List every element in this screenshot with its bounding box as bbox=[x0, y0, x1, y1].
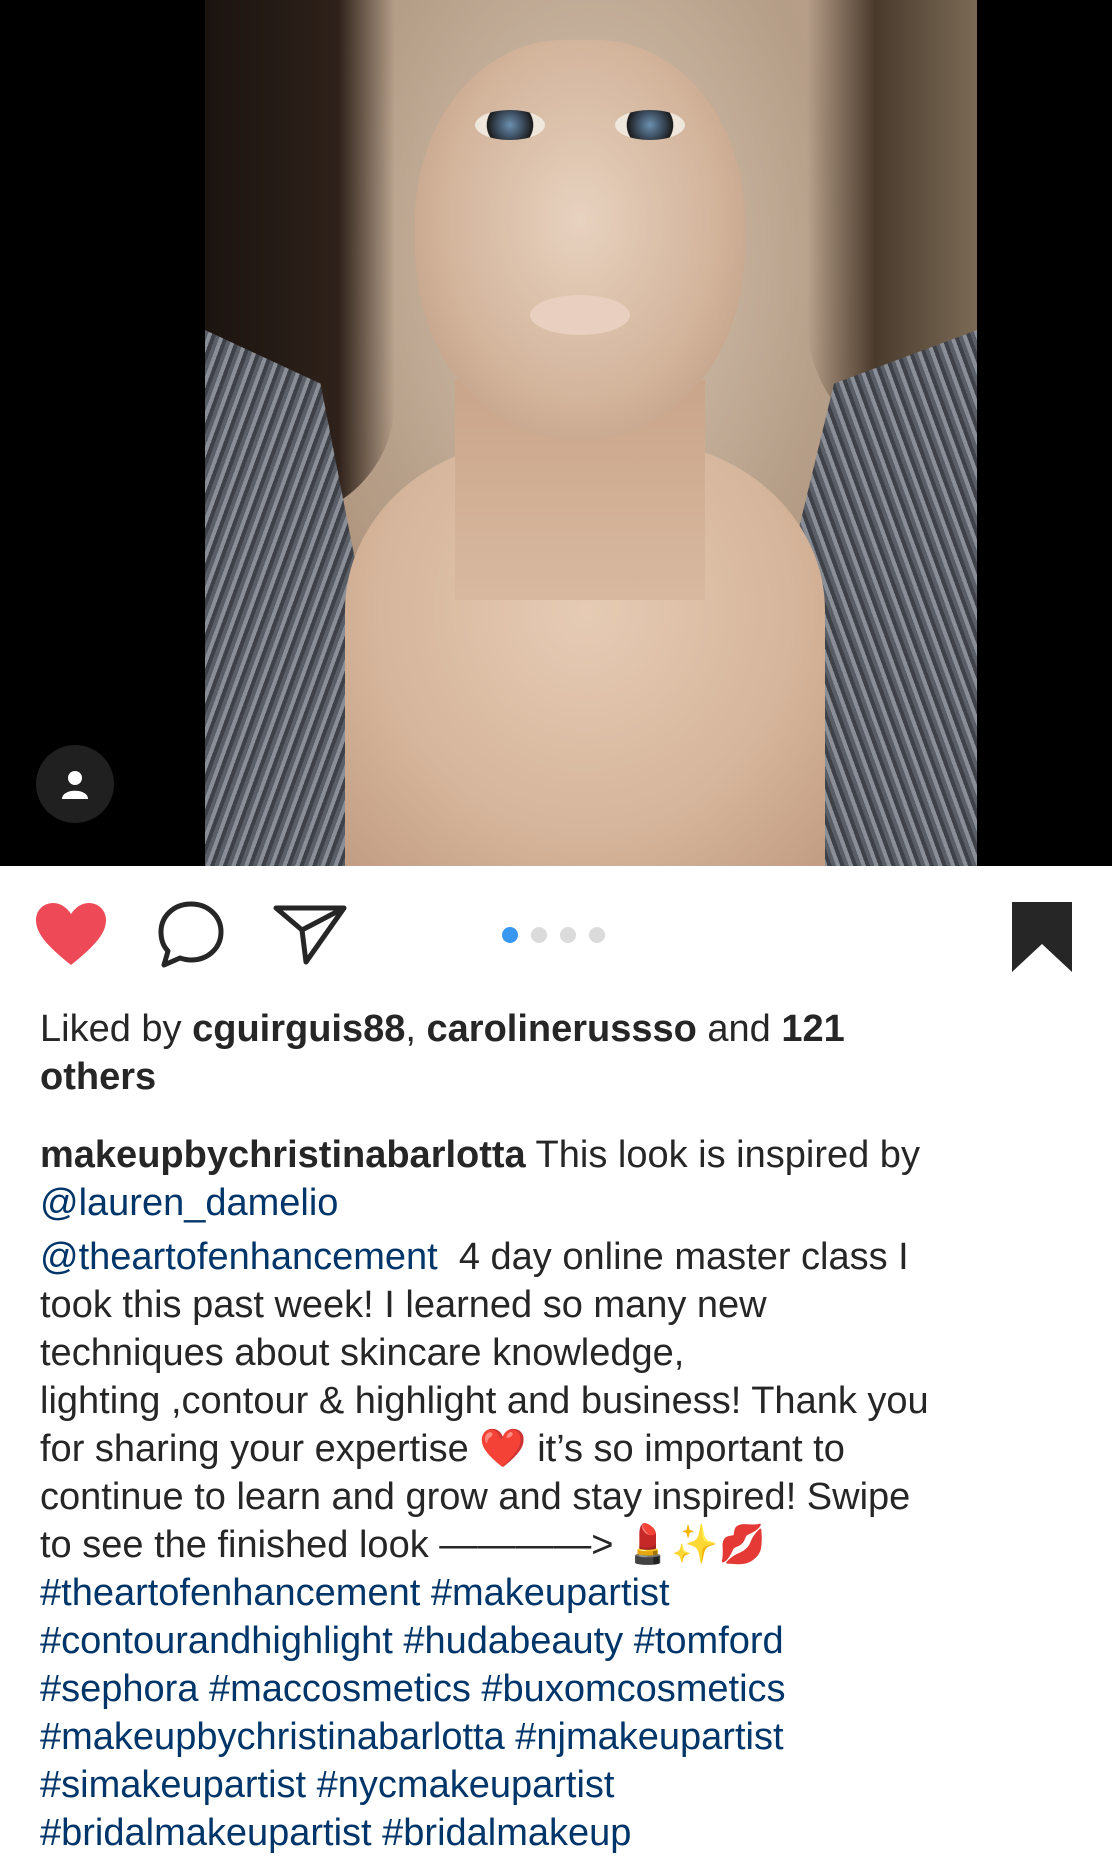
hashtag-line[interactable]: #makeupbychristinabarlotta #njmakeuparti… bbox=[40, 1716, 784, 1758]
post-photo[interactable] bbox=[205, 0, 977, 866]
caption-username[interactable]: makeupbychristinabarlotta bbox=[40, 1134, 526, 1176]
caption: makeupbychristinabarlotta This look is i… bbox=[40, 1134, 929, 1854]
comment-icon[interactable] bbox=[156, 899, 226, 969]
hashtag-line[interactable]: #bridalmakeupartist #bridalmakeup bbox=[40, 1812, 631, 1854]
paper-plane-icon[interactable] bbox=[272, 902, 348, 966]
hashtag-line[interactable]: #sephora #maccosmetics #buxomcosmetics bbox=[40, 1668, 786, 1710]
tagged-people-button[interactable] bbox=[36, 745, 114, 823]
likes-summary: Liked by cguirguis88, carolinerussso and… bbox=[40, 1008, 845, 1098]
likes-others[interactable]: others bbox=[40, 1056, 156, 1098]
bookmark-icon[interactable] bbox=[1010, 900, 1074, 974]
carousel-indicator bbox=[502, 927, 605, 943]
mention-link[interactable]: @theartofenhancement bbox=[40, 1236, 438, 1278]
carousel-dot bbox=[502, 927, 518, 943]
carousel-dot bbox=[560, 927, 576, 943]
person-icon bbox=[62, 771, 88, 799]
mention-link[interactable]: @lauren_damelio bbox=[40, 1182, 338, 1224]
post-image-area[interactable] bbox=[0, 0, 1112, 866]
liker-link-1[interactable]: cguirguis88 bbox=[192, 1008, 405, 1050]
carousel-dot bbox=[589, 927, 605, 943]
post-text: Liked by cguirguis88, carolinerussso and… bbox=[40, 1005, 1080, 1857]
liker-link-2[interactable]: carolinerussso bbox=[427, 1008, 697, 1050]
hashtag-line[interactable]: #contourandhighlight #hudabeauty #tomfor… bbox=[40, 1620, 784, 1662]
carousel-dot bbox=[531, 927, 547, 943]
hashtag-line[interactable]: #theartofenhancement #makeupartist bbox=[40, 1572, 670, 1614]
hashtag-line[interactable]: #simakeupartist #nycmakeupartist bbox=[40, 1764, 614, 1806]
action-bar bbox=[0, 866, 1112, 1004]
likes-count[interactable]: 121 bbox=[781, 1008, 844, 1050]
heart-icon[interactable] bbox=[34, 901, 108, 967]
